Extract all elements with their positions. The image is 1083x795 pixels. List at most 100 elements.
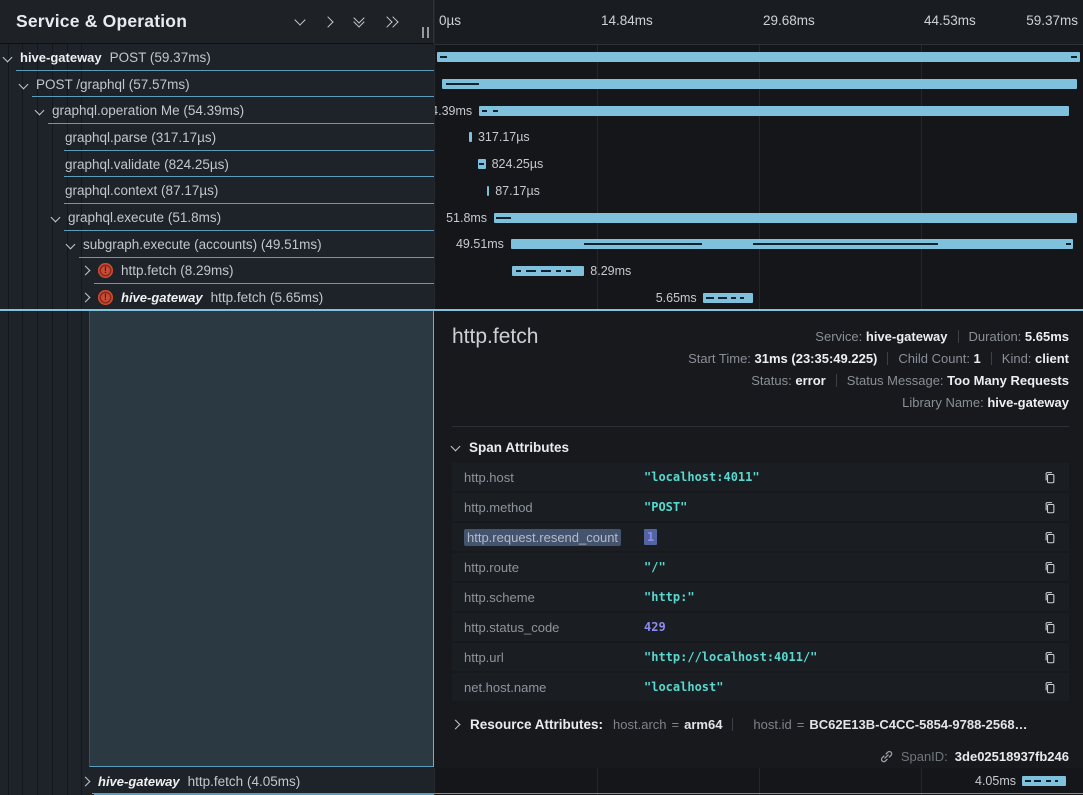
- chevron-right-icon[interactable]: [81, 776, 91, 786]
- span-bar[interactable]: [512, 266, 584, 276]
- meta-value: 1: [974, 351, 981, 366]
- child-span-marker: [526, 270, 536, 272]
- meta-label: Service:: [815, 329, 866, 344]
- span-meta-line: Status: errorStatus Message: Too Many Re…: [688, 370, 1069, 392]
- double-chevron-right-icon[interactable]: [384, 16, 399, 28]
- meta-value: hive-gateway: [866, 329, 948, 344]
- span-bar[interactable]: [442, 79, 1077, 89]
- child-span-marker: [753, 243, 939, 245]
- attribute-key: net.host.name: [464, 680, 644, 695]
- span-bar[interactable]: [487, 186, 489, 196]
- chevron-right-icon: [452, 720, 460, 730]
- child-span-marker: [440, 56, 448, 58]
- copy-icon[interactable]: [1043, 620, 1057, 635]
- span-tree-row[interactable]: hive-gatewayhttp.fetch (4.05ms): [0, 768, 434, 795]
- attribute-key: http.method: [464, 500, 644, 515]
- span-duration-label: 49.51ms: [456, 231, 504, 258]
- child-span-marker: [496, 217, 511, 219]
- chevron-down-icon[interactable]: [19, 79, 29, 89]
- span-bar[interactable]: [469, 132, 472, 142]
- span-duration-label: 51.8ms: [446, 204, 487, 231]
- attribute-key: http.request.resend_count: [464, 530, 644, 545]
- span-tree-row[interactable]: graphql.execute (51.8ms): [0, 204, 434, 231]
- span-bar[interactable]: [1022, 776, 1066, 786]
- span-bar[interactable]: [511, 239, 1073, 249]
- panel-header: Service & Operation: [0, 0, 434, 44]
- resource-value: arm64: [684, 717, 722, 732]
- ruler-tick-label: 44.53ms: [924, 13, 976, 28]
- copy-icon[interactable]: [1043, 500, 1057, 515]
- span-bar[interactable]: [479, 106, 1069, 116]
- attribute-key: http.url: [464, 650, 644, 665]
- span-attributes-header[interactable]: Span Attributes: [452, 440, 569, 455]
- span-tree-row[interactable]: http.fetch (8.29ms): [0, 258, 434, 285]
- span-bar[interactable]: [494, 213, 1077, 223]
- span-tree-row[interactable]: graphql.validate (824.25µs): [0, 151, 434, 178]
- child-span-marker: [516, 270, 522, 272]
- copy-icon[interactable]: [1043, 590, 1057, 605]
- service-name: hive-gateway: [121, 290, 203, 305]
- chevron-right-icon[interactable]: [325, 16, 334, 28]
- copy-icon[interactable]: [1043, 560, 1057, 575]
- link-icon[interactable]: [879, 749, 894, 764]
- chevron-right-icon[interactable]: [81, 266, 91, 276]
- span-meta-line: Service: hive-gatewayDuration: 5.65ms: [688, 326, 1069, 348]
- span-tree-row[interactable]: graphql.context (87.17µs): [0, 178, 434, 205]
- ruler-tick-label: 0µs: [439, 13, 461, 28]
- attribute-key: http.status_code: [464, 620, 644, 635]
- attribute-value: "/": [644, 560, 666, 574]
- span-tree-row[interactable]: POST /graphql (57.57ms): [0, 71, 434, 98]
- span-label: http.fetch (4.05ms): [188, 774, 301, 789]
- ruler-tick-label: 59.37ms: [1026, 13, 1078, 28]
- copy-icon[interactable]: [1043, 530, 1057, 545]
- span-label: subgraph.execute (accounts) (49.51ms): [83, 237, 322, 252]
- copy-icon[interactable]: [1043, 470, 1057, 485]
- error-icon: [98, 263, 113, 278]
- span-label: POST (59.37ms): [110, 50, 211, 65]
- chevron-down-icon[interactable]: [51, 213, 61, 223]
- span-duration-label: 8.29ms: [590, 258, 631, 285]
- attribute-row: http.method"POST": [452, 493, 1069, 521]
- span-tree-row[interactable]: graphql.parse (317.17µs): [0, 124, 434, 151]
- chevron-down-icon[interactable]: [66, 239, 76, 249]
- chevron-right-icon[interactable]: [81, 293, 91, 303]
- double-chevron-down-icon[interactable]: [353, 16, 365, 28]
- copy-icon[interactable]: [1043, 650, 1057, 665]
- meta-label: Status Message:: [847, 373, 947, 388]
- attribute-row: http.status_code429: [452, 613, 1069, 641]
- span-label: graphql.validate (824.25µs): [65, 157, 229, 172]
- span-bar[interactable]: [703, 293, 752, 303]
- chevron-down-icon[interactable]: [35, 106, 45, 116]
- trace-viewer: hive-gateway POST (59.37ms) POST /graphql …: [0, 0, 1083, 795]
- span-tree-row[interactable]: hive-gateway POST (59.37ms): [0, 44, 434, 71]
- resource-attributes-row[interactable]: Resource Attributes: host.arch=arm64host…: [452, 717, 1069, 732]
- service-name: hive-gateway: [20, 50, 102, 65]
- error-icon: [98, 290, 113, 305]
- copy-icon[interactable]: [1043, 680, 1057, 695]
- divider: [991, 352, 992, 365]
- chevron-down-icon[interactable]: [3, 52, 13, 62]
- attribute-row: http.host"localhost:4011": [452, 463, 1069, 491]
- span-tree-row[interactable]: graphql.operation Me (54.39ms): [0, 97, 434, 124]
- attribute-value: "http:": [644, 590, 695, 604]
- child-span-marker: [446, 83, 479, 85]
- span-duration-label: 87.17µs: [495, 178, 540, 205]
- selected-row-highlight-line: [0, 309, 1083, 311]
- meta-value: client: [1035, 351, 1069, 366]
- span-bar[interactable]: [478, 159, 486, 169]
- span-duration-label: 54.39ms: [434, 97, 472, 124]
- child-span-marker: [1046, 780, 1051, 782]
- span-tree-row[interactable]: hive-gatewayhttp.fetch (5.65ms): [0, 284, 434, 311]
- child-span-marker: [556, 270, 561, 272]
- panel-resize-handle[interactable]: [422, 27, 429, 38]
- resource-value: BC62E13B-C4CC-5854-9788-2568…: [809, 717, 1027, 732]
- divider: [958, 330, 959, 343]
- meta-value: 31ms (23:35:49.225): [755, 351, 878, 366]
- equals-sign: =: [797, 717, 805, 732]
- resource-attributes-title: Resource Attributes:: [470, 717, 603, 732]
- span-tree-row[interactable]: subgraph.execute (accounts) (49.51ms): [0, 231, 434, 258]
- span-detail-title: http.fetch: [452, 325, 538, 349]
- span-bar[interactable]: [437, 52, 1080, 62]
- span-duration-label: 4.05ms: [975, 768, 1016, 795]
- chevron-down-icon[interactable]: [294, 18, 306, 26]
